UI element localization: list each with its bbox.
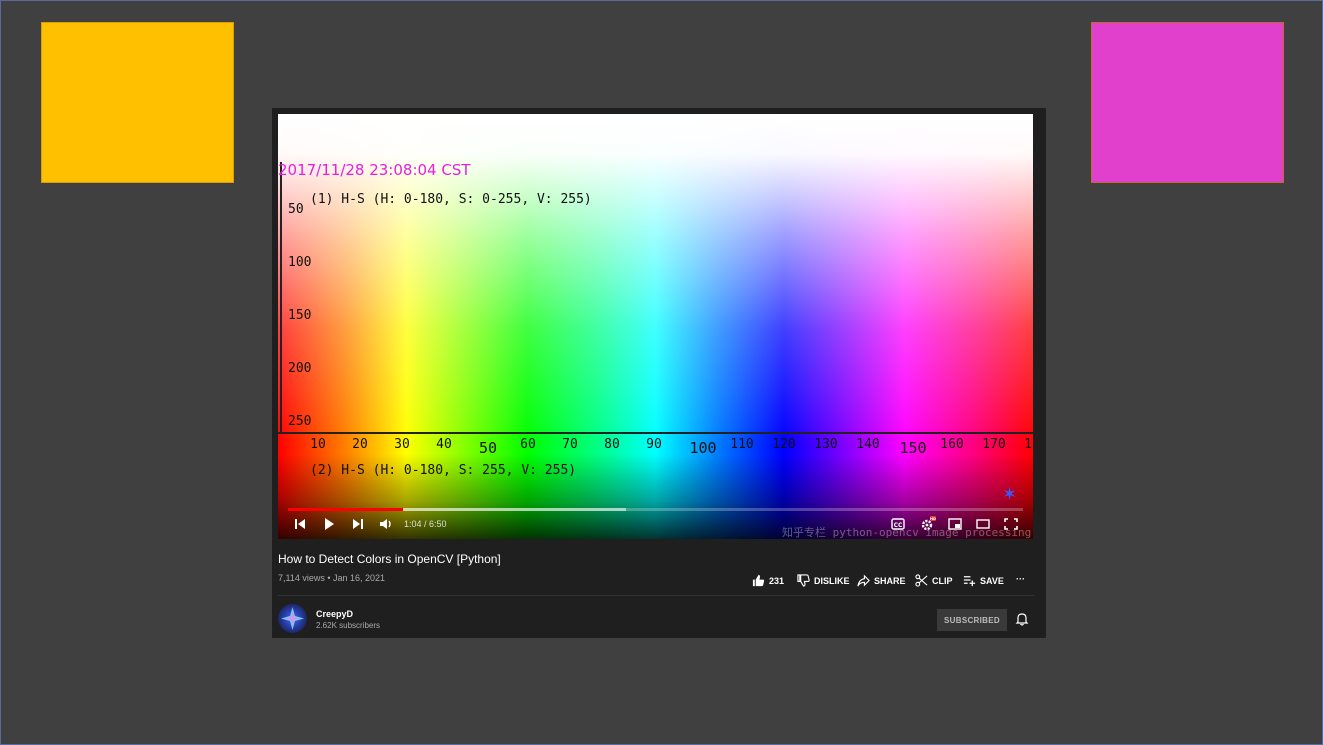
channel-name[interactable]: CreepyD	[316, 609, 353, 619]
x-tick-label: 30	[394, 437, 410, 452]
x-tick-label: 100	[689, 439, 717, 457]
scissors-icon	[915, 574, 928, 587]
skip-previous-icon[interactable]	[294, 514, 306, 534]
captions-icon[interactable]: CC	[891, 514, 905, 534]
x-tick-label: 1	[1024, 437, 1032, 452]
share-button[interactable]: SHARE	[857, 574, 906, 587]
video-meta: 7,114 views • Jan 16, 2021	[278, 573, 386, 583]
settings-icon[interactable]: HD	[920, 514, 936, 534]
x-tick-label: 50	[478, 439, 498, 457]
save-button[interactable]: SAVE	[963, 574, 1004, 587]
skip-next-icon[interactable]	[352, 514, 364, 534]
svg-text:HD: HD	[930, 517, 936, 521]
svg-text:CC: CC	[894, 522, 903, 529]
y-tick-label: 100	[288, 255, 312, 270]
x-tick-label: 60	[520, 437, 536, 452]
x-tick-label: 160	[940, 437, 964, 452]
y-tick-label: 150	[288, 308, 312, 323]
x-tick-label: 40	[436, 437, 452, 452]
divider	[278, 595, 1034, 596]
magenta-color-swatch	[1091, 22, 1284, 183]
progress-bar[interactable]	[288, 508, 1023, 511]
y-tick-label: 250	[288, 414, 312, 429]
player-controls: 1:04 / 6:50 CC HD	[278, 514, 1033, 536]
y-tick-label: 50	[288, 202, 304, 217]
dislike-button[interactable]: DISLIKE	[797, 574, 850, 587]
clip-label: CLIP	[932, 575, 953, 586]
x-tick-label: 130	[814, 437, 838, 452]
notification-bell-icon[interactable]	[1015, 612, 1029, 626]
time-display: 1:04 / 6:50	[404, 519, 447, 529]
youtube-video-card: 2017/11/28 23:08:04 CST (1) H-S (H: 0-18…	[272, 108, 1046, 638]
play-icon[interactable]	[323, 514, 335, 534]
x-tick-label: 120	[772, 437, 796, 452]
video-title: How to Detect Colors in OpenCV [Python]	[278, 552, 501, 566]
x-tick-label: 150	[899, 439, 927, 457]
fullscreen-icon[interactable]	[1004, 514, 1018, 534]
x-tick-label: 170	[982, 437, 1006, 452]
like-button[interactable]: 231	[752, 574, 784, 587]
like-count: 231	[769, 575, 785, 586]
save-label: SAVE	[980, 575, 1004, 586]
more-actions-button[interactable]: ···	[1016, 574, 1025, 584]
video-timestamp: 2017/11/28 23:08:04 CST	[278, 161, 471, 179]
x-tick-label: 80	[604, 437, 620, 452]
miniplayer-icon[interactable]	[948, 514, 962, 534]
hs-label-2: (2) H-S (H: 0-180, S: 255, V: 255)	[310, 463, 577, 478]
more-icon: ···	[1016, 574, 1025, 584]
thumbs-down-icon	[797, 574, 810, 587]
hs-label-1: (1) H-S (H: 0-180, S: 0-255, V: 255)	[310, 192, 592, 207]
dislike-label: DISLIKE	[814, 575, 850, 586]
x-tick-label: 140	[856, 437, 880, 452]
channel-avatar[interactable]	[278, 604, 307, 633]
video-player[interactable]: 2017/11/28 23:08:04 CST (1) H-S (H: 0-18…	[278, 114, 1033, 539]
y-tick-label: 200	[288, 361, 312, 376]
clip-button[interactable]: CLIP	[915, 574, 953, 587]
x-tick-label: 20	[352, 437, 368, 452]
x-tick-label: 70	[562, 437, 578, 452]
progress-played	[288, 508, 403, 511]
theater-icon[interactable]	[976, 514, 990, 534]
yellow-color-swatch	[41, 22, 234, 183]
share-label: SHARE	[874, 575, 906, 586]
playlist-add-icon	[963, 576, 976, 587]
x-tick-label: 90	[646, 437, 662, 452]
share-icon	[857, 574, 870, 587]
y-axis-line	[280, 162, 282, 434]
x-axis-line	[278, 432, 1033, 434]
volume-icon[interactable]	[379, 514, 393, 534]
subscribed-button[interactable]: SUBSCRIBED	[937, 609, 1007, 631]
x-tick-label: 10	[310, 437, 326, 452]
watermark-star-icon: ✶	[1002, 484, 1018, 504]
x-tick-label: 110	[730, 437, 754, 452]
thumbs-up-icon	[752, 574, 765, 587]
subscriber-count: 2.62K subscribers	[316, 621, 381, 630]
